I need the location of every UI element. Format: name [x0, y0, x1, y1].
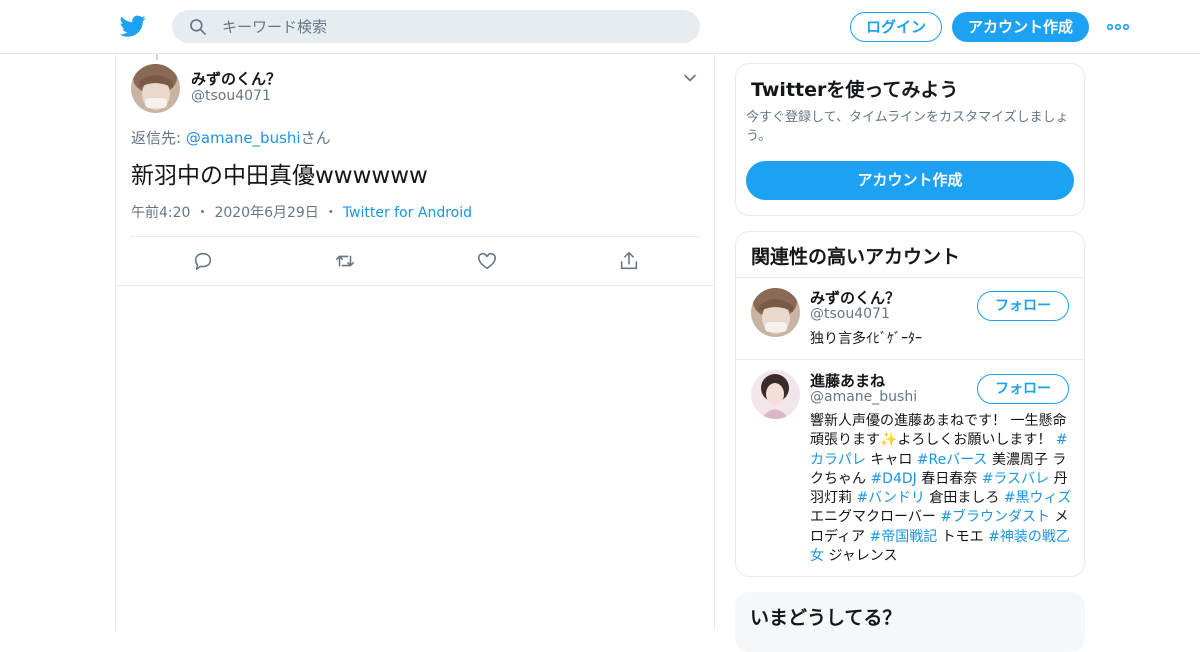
main-column: みずのくん？ @tsou4071 返信先: @amane_bushiさん 新羽中…: [115, 54, 715, 630]
bio-text: トモエ: [937, 528, 989, 545]
top-navigation-bar: ログイン アカウント作成: [0, 0, 1200, 54]
account-handle[interactable]: @amane_bushi: [810, 389, 917, 405]
bio-text: ジャレンス: [824, 548, 898, 565]
tweet-author-handle[interactable]: @tsou4071: [191, 88, 271, 104]
signup-card: Twitterを使ってみよう 今すぐ登録して、タイムラインをカスタマイズしましょ…: [735, 63, 1085, 216]
tweet-author-name[interactable]: みずのくん？: [191, 68, 281, 89]
reply-icon[interactable]: [192, 250, 214, 272]
retweet-icon[interactable]: [334, 250, 356, 272]
trends-card: いまどうしてる？: [735, 592, 1085, 652]
hashtag-link[interactable]: #D4DJ: [870, 471, 916, 487]
search-icon: [190, 19, 206, 35]
account-name[interactable]: みずのくん？: [810, 287, 900, 308]
search-input[interactable]: [222, 10, 682, 43]
signup-button[interactable]: アカウント作成: [952, 12, 1089, 42]
twitter-bird-icon[interactable]: [119, 13, 147, 39]
avatar[interactable]: [131, 64, 180, 113]
tweet-text: 新羽中の中田真優wwwwww: [131, 163, 428, 189]
bio-text: よろしくお願いします！: [897, 432, 1056, 449]
hashtag-link[interactable]: #Reバース: [917, 452, 988, 468]
hashtag-link[interactable]: #ブラウンダスト: [940, 509, 1050, 525]
reply-prefix: 返信先:: [131, 129, 186, 147]
bio-text: エニグマクローバー: [810, 509, 941, 526]
bio-text: 倉田ましろ: [924, 490, 1004, 507]
account-name[interactable]: 進藤あまね: [810, 370, 885, 391]
reply-suffix: さん: [300, 129, 331, 147]
tweet: みずのくん？ @tsou4071 返信先: @amane_bushiさん 新羽中…: [116, 54, 714, 286]
trends-card-title: いまどうしてる？: [750, 607, 902, 629]
avatar-image: [751, 288, 800, 337]
hashtag-link[interactable]: #黒ウィズ: [1004, 490, 1072, 506]
separator: ・: [195, 205, 210, 221]
divider: [130, 236, 700, 237]
follow-button[interactable]: フォロー: [977, 374, 1069, 404]
avatar[interactable]: [751, 370, 800, 419]
hashtag-link[interactable]: #帝国戦記: [869, 529, 937, 545]
divider: [736, 277, 1084, 278]
avatar-image: [131, 64, 180, 113]
reply-to-handle-link[interactable]: @amane_bushi: [186, 129, 301, 147]
related-accounts-title: 関連性の高いアカウント: [751, 246, 961, 268]
like-icon[interactable]: [476, 250, 498, 272]
account-bio: 響新人声優の進藤あまねです！ 一生懸命頑張ります✨よろしくお願いします！ #カラ…: [810, 412, 1072, 566]
account-handle[interactable]: @tsou4071: [810, 306, 890, 322]
avatar-image: [751, 370, 800, 419]
tweet-date[interactable]: 2020年6月29日: [214, 205, 318, 221]
signup-card-button[interactable]: アカウント作成: [746, 161, 1074, 200]
signup-card-description: 今すぐ登録して、タイムラインをカスタマイズしましょう。: [746, 110, 1069, 144]
share-icon[interactable]: [618, 250, 640, 272]
tweet-metadata: 午前4:20 ・ 2020年6月29日・ Twitter for Android: [131, 202, 472, 222]
signup-card-title: Twitterを使ってみよう: [751, 79, 959, 101]
hashtag-link[interactable]: #バンドリ: [856, 490, 924, 506]
reply-to-line: 返信先: @amane_bushiさん: [131, 127, 331, 148]
more-icon[interactable]: [1106, 17, 1130, 37]
related-accounts-card: 関連性の高いアカウント みずのくん？ @tsou4071 フォロー 独り言多ｲﾋ…: [735, 231, 1085, 577]
follow-button[interactable]: フォロー: [977, 291, 1069, 321]
bio-text: キャロ: [865, 451, 917, 468]
bio-text: 春日春奈: [916, 470, 982, 487]
separator: ・: [323, 205, 338, 221]
divider: [736, 359, 1084, 360]
chevron-down-icon[interactable]: [682, 70, 698, 86]
account-bio: 独り言多ｲﾋﾞｹﾞｰﾀｰ: [810, 331, 922, 347]
search-bar[interactable]: [172, 10, 700, 43]
avatar[interactable]: [751, 288, 800, 337]
login-button[interactable]: ログイン: [850, 12, 942, 42]
tweet-source-link[interactable]: Twitter for Android: [343, 205, 472, 221]
bio-text: ✨: [880, 432, 898, 449]
tweet-time[interactable]: 午前4:20: [131, 205, 190, 221]
hashtag-link[interactable]: #ラスバレ: [982, 471, 1049, 487]
